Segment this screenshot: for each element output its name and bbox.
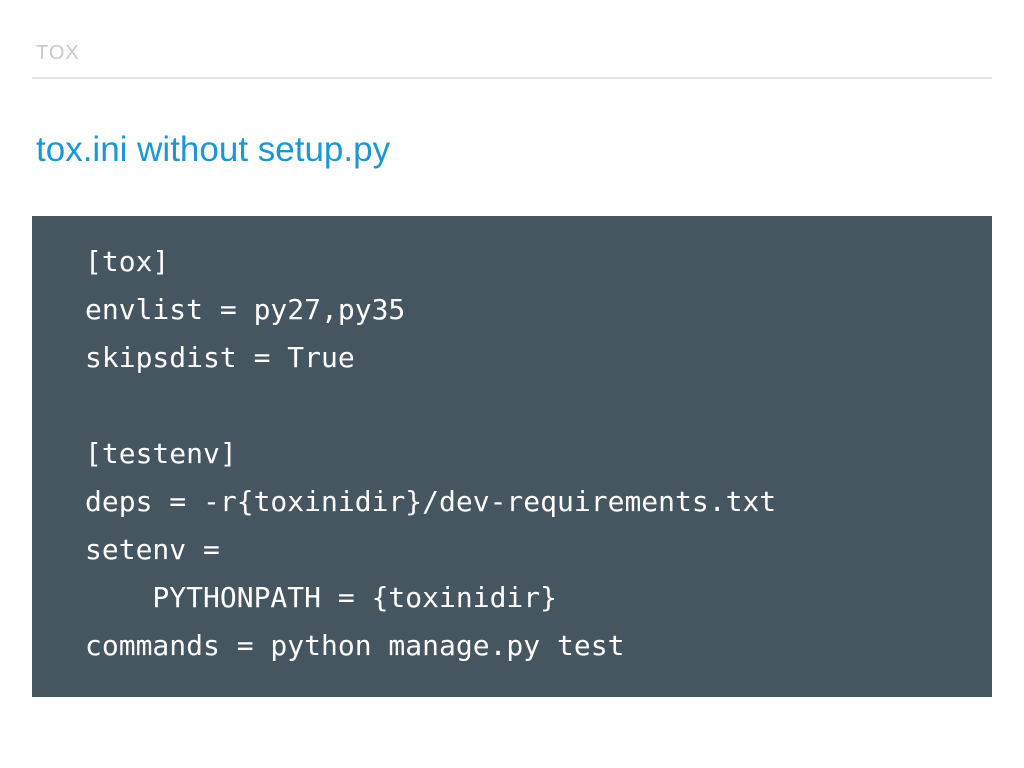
code-line: PYTHONPATH = {toxinidir}	[85, 581, 558, 614]
code-line: deps = -r{toxinidir}/dev-requirements.tx…	[85, 485, 777, 518]
section-label: TOX	[36, 42, 80, 64]
code-line: [tox]	[85, 245, 170, 278]
code-line: setenv =	[85, 533, 220, 566]
code-line: commands = python manage.py test	[85, 629, 625, 662]
header-divider	[32, 77, 992, 79]
code-line: skipsdist = True	[85, 341, 355, 374]
code-block: [tox] envlist = py27,py35 skipsdist = Tr…	[32, 216, 992, 697]
code-line: [testenv]	[85, 437, 237, 470]
slide-title: tox.ini without setup.py	[36, 130, 391, 169]
code-line: envlist = py27,py35	[85, 293, 406, 326]
